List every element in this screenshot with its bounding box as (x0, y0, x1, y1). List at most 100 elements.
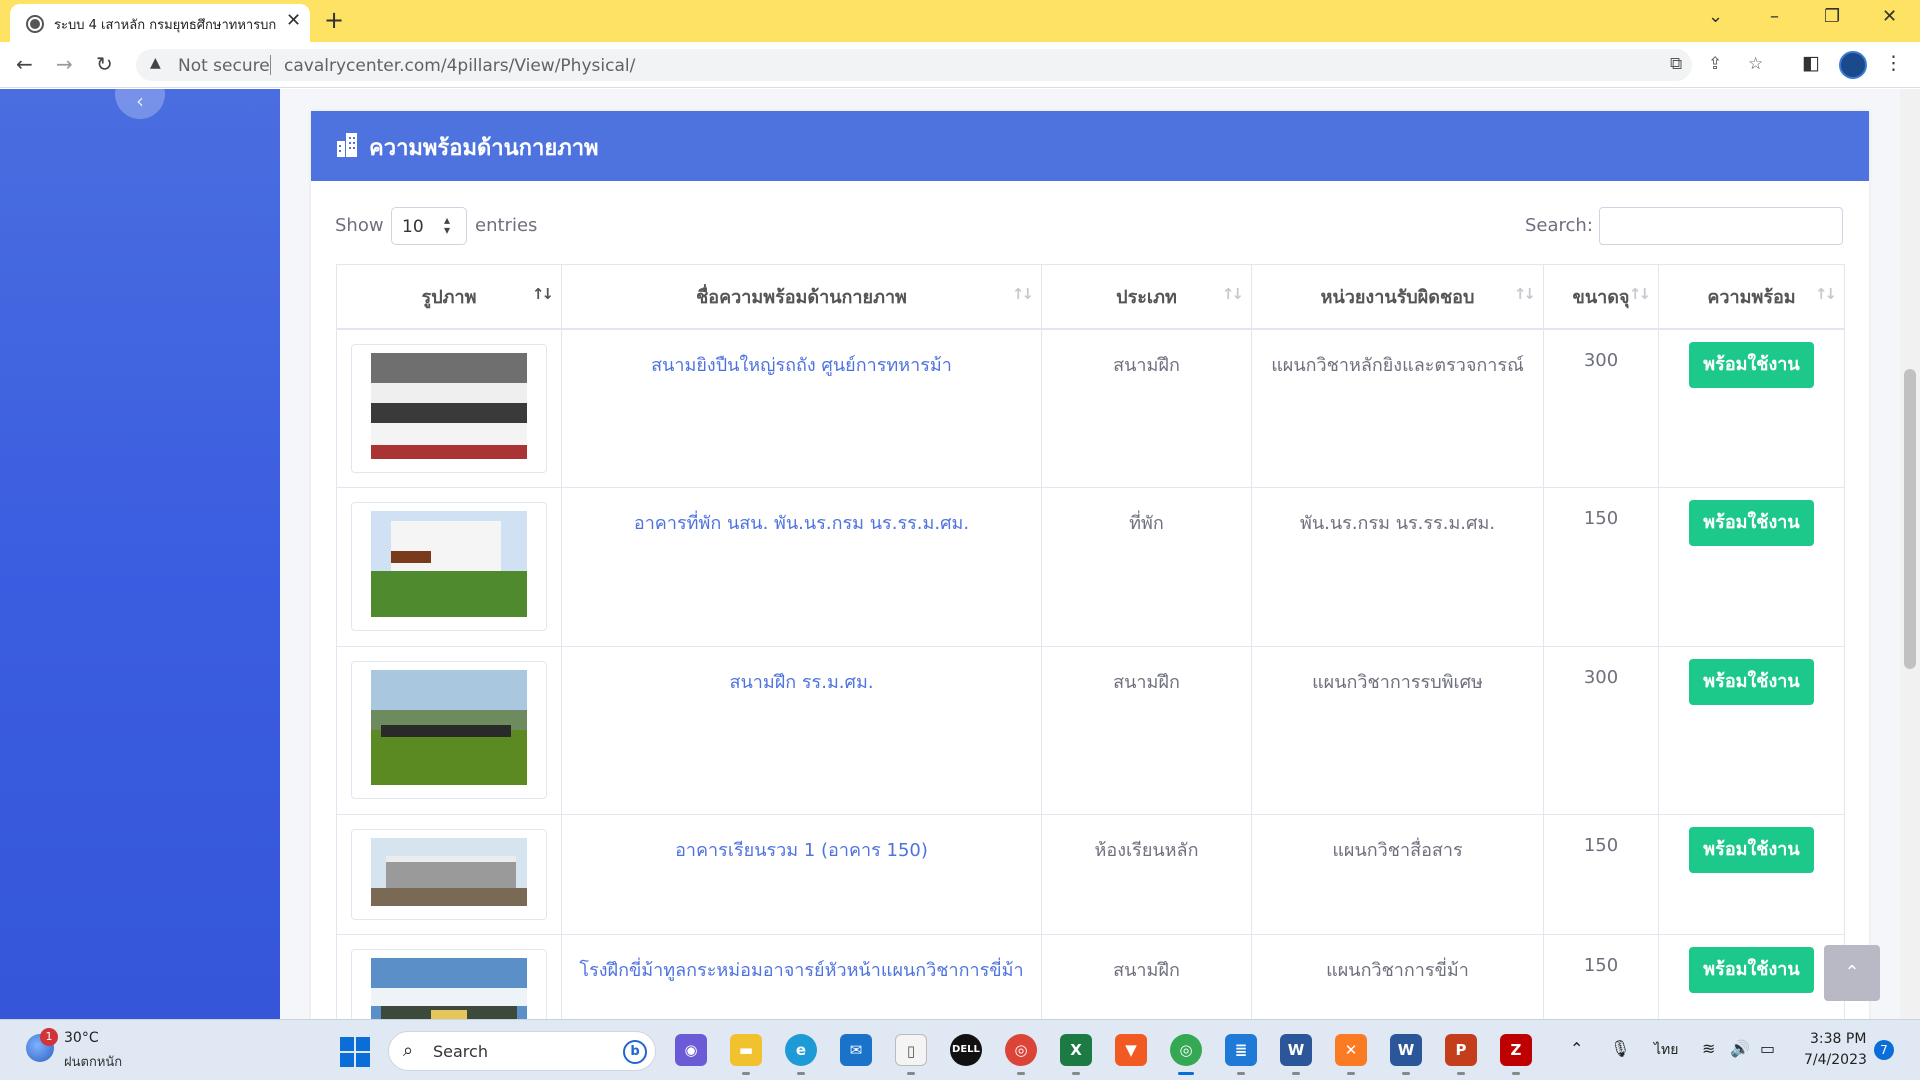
filezilla-icon[interactable]: Z (1500, 1034, 1532, 1066)
arena-photo[interactable] (351, 949, 547, 1019)
dell-icon[interactable]: DELL (950, 1034, 982, 1066)
facility-name-link[interactable]: อาคารเรียนรวม 1 (อาคาร 150) (561, 814, 1042, 935)
card-header: ความพร้อมด้านกายภาพ (311, 111, 1869, 181)
tab-search-icon[interactable]: ⌄ (1708, 6, 1723, 27)
reload-icon[interactable]: ↻ (96, 52, 113, 76)
clock-time[interactable]: 3:38 PM (1810, 1031, 1866, 1047)
show-label: Show (335, 215, 384, 236)
entries-label: entries (475, 215, 538, 236)
close-tab-icon[interactable]: ✕ (286, 10, 301, 31)
forward-icon[interactable]: → (56, 52, 73, 76)
facility-name-link[interactable]: โรงฝึกขี่ม้าทูลกระหม่อมอาจารย์หัวหน้าแผน… (561, 934, 1042, 1019)
table-row: อาคารเรียนรวม 1 (อาคาร 150) ห้องเรียนหลั… (336, 814, 1845, 935)
clock-date[interactable]: 7/4/2023 (1804, 1052, 1867, 1068)
field-photo[interactable] (351, 661, 547, 799)
windows-taskbar: 1 30°C ฝนตกหนัก ⌕ Search b ◉ ▬ e ✉ ▯ DEL… (0, 1019, 1920, 1080)
url-text[interactable]: cavalrycenter.com/4pillars/View/Physical… (284, 56, 635, 76)
responsible-unit: แผนกวิชาสื่อสาร (1251, 814, 1544, 935)
chrome-profile-icon[interactable]: ◎ (1170, 1034, 1202, 1066)
sidebar-toggle-chevron-icon[interactable]: ‹ (115, 89, 165, 119)
share-icon[interactable]: ⇪ (1708, 54, 1722, 74)
xampp-icon[interactable]: ✕ (1335, 1034, 1367, 1066)
entries-select[interactable]: 10 ▴ ▾ (391, 207, 467, 245)
chrome-icon[interactable]: ◎ (1005, 1034, 1037, 1066)
new-tab-button[interactable]: + (324, 6, 344, 34)
security-label[interactable]: Not secure (178, 56, 270, 76)
battery-icon[interactable]: ▭ (1760, 1039, 1775, 1058)
ready-status-button[interactable]: พร้อมใช้งาน (1689, 947, 1814, 993)
warning-icon[interactable]: ▲ (150, 55, 161, 71)
address-bar[interactable]: ▲ Not secure cavalrycenter.com/4pillars/… (136, 49, 1763, 81)
column-header-capacity[interactable]: ขนาดจุ ↑↓ (1543, 264, 1659, 330)
side-panel-icon[interactable]: ◧ (1802, 52, 1820, 74)
microphone-icon[interactable]: 🎙 (1610, 1039, 1630, 1058)
facility-type: ห้องเรียนหลัก (1041, 814, 1252, 935)
mail-icon[interactable]: ✉ (840, 1034, 872, 1066)
facility-name-link[interactable]: สนามฝึก รร.ม.ศม. (561, 646, 1042, 815)
back-icon[interactable]: ← (16, 52, 33, 76)
browser-tab-strip: ระบบ 4 เสาหลัก กรมยุทธศึกษาทหารบก ✕ + ⌄ … (0, 0, 1920, 42)
notes-icon[interactable]: ≣ (1225, 1034, 1257, 1066)
weather-temperature[interactable]: 30°C (64, 1030, 99, 1046)
translate-icon[interactable]: ⧉ (1670, 54, 1682, 74)
weather-alert-badge: 1 (40, 1028, 58, 1046)
ready-status-button[interactable]: พร้อมใช้งาน (1689, 341, 1814, 388)
facility-type: สนามฝึก (1041, 328, 1252, 488)
column-header-image[interactable]: รูปภาพ ↑↓ (336, 264, 562, 330)
taskbar-search-box[interactable]: ⌕ Search b (388, 1031, 656, 1071)
table-search-input[interactable] (1599, 207, 1843, 245)
volume-icon[interactable]: 🔊 (1730, 1039, 1750, 1058)
sort-icon: ↑↓ (1513, 285, 1536, 303)
word-alt-icon[interactable]: W (1390, 1034, 1422, 1066)
facility-type: สนามฝึก (1041, 646, 1252, 815)
notification-badge[interactable]: 7 (1874, 1040, 1894, 1060)
page-scrollbar[interactable] (1900, 89, 1920, 1019)
bing-icon[interactable]: b (623, 1040, 647, 1064)
window-close-icon[interactable]: ✕ (1882, 6, 1897, 27)
scrollbar-thumb[interactable] (1904, 369, 1916, 669)
excel-icon[interactable]: X (1060, 1034, 1092, 1066)
word-icon[interactable]: W (1280, 1034, 1312, 1066)
column-header-name[interactable]: ชื่อความพร้อมด้านกายภาพ ↑↓ (561, 264, 1042, 330)
ready-status-button[interactable]: พร้อมใช้งาน (1689, 827, 1814, 873)
building-photo[interactable] (351, 829, 547, 920)
chat-icon[interactable]: ◉ (675, 1034, 707, 1066)
table-row: สนามฝึก รร.ม.ศม. สนามฝึก แผนกวิชาการรบพิ… (336, 646, 1845, 815)
brave-icon[interactable]: ▼ (1115, 1034, 1147, 1066)
wifi-icon[interactable]: ≋ (1702, 1039, 1715, 1058)
card-title: ความพร้อมด้านกายภาพ (369, 136, 599, 161)
capacity: 300 (1543, 328, 1659, 488)
scroll-to-top-button[interactable]: ⌃ (1824, 945, 1880, 1001)
responsible-unit: พัน.นร.กรม นร.รร.ม.ศม. (1251, 487, 1544, 647)
restore-icon[interactable]: ❐ (1824, 6, 1840, 27)
column-header-readiness[interactable]: ความพร้อม ↑↓ (1658, 264, 1845, 330)
capacity: 150 (1543, 814, 1659, 935)
browser-tab[interactable]: ระบบ 4 เสาหลัก กรมยุทธศึกษาทหารบก ✕ (10, 4, 310, 42)
physical-readiness-table: รูปภาพ ↑↓ ชื่อความพร้อมด้านกายภาพ ↑↓ ประเภ… (336, 264, 1845, 1019)
language-indicator[interactable]: ไทย (1654, 1039, 1678, 1061)
weather-description[interactable]: ฝนตกหนัก (64, 1051, 122, 1072)
column-header-type[interactable]: ประเภท ↑↓ (1041, 264, 1252, 330)
bookmark-star-icon[interactable]: ☆ (1748, 54, 1763, 74)
minimize-icon[interactable]: – (1770, 6, 1779, 27)
show-hidden-icons-chevron-icon[interactable]: ⌃ (1570, 1039, 1583, 1058)
menu-kebab-icon[interactable]: ⋮ (1884, 52, 1903, 74)
sort-icon: ↑↓ (1011, 285, 1034, 303)
windows-start-icon[interactable] (340, 1037, 370, 1067)
tab-title: ระบบ 4 เสาหลัก กรมยุทธศึกษาทหารบก (54, 18, 277, 33)
table-header-row: รูปภาพ ↑↓ ชื่อความพร้อมด้านกายภาพ ↑↓ ประเภ… (336, 264, 1845, 330)
facility-name-link[interactable]: สนามยิงปืนใหญ่รถถัง ศูนย์การทหารม้า (561, 328, 1042, 488)
profile-avatar[interactable] (1839, 51, 1867, 79)
stadium-photo[interactable] (351, 343, 547, 473)
notepad-icon[interactable]: ▯ (895, 1034, 927, 1066)
dormitory-photo[interactable] (351, 502, 547, 631)
ready-status-button[interactable]: พร้อมใช้งาน (1689, 659, 1814, 705)
edge-icon[interactable]: e (785, 1034, 817, 1066)
capacity: 150 (1543, 934, 1659, 1019)
table-row: สนามยิงปืนใหญ่รถถัง ศูนย์การทหารม้า สนาม… (336, 328, 1845, 488)
file-explorer-icon[interactable]: ▬ (730, 1034, 762, 1066)
facility-name-link[interactable]: อาคารที่พัก นสน. พัน.นร.กรม นร.รร.ม.ศม. (561, 487, 1042, 647)
ready-status-button[interactable]: พร้อมใช้งาน (1689, 500, 1814, 546)
powerpoint-icon[interactable]: P (1445, 1034, 1477, 1066)
column-header-unit[interactable]: หน่วยงานรับผิดชอบ ↑↓ (1251, 264, 1544, 330)
